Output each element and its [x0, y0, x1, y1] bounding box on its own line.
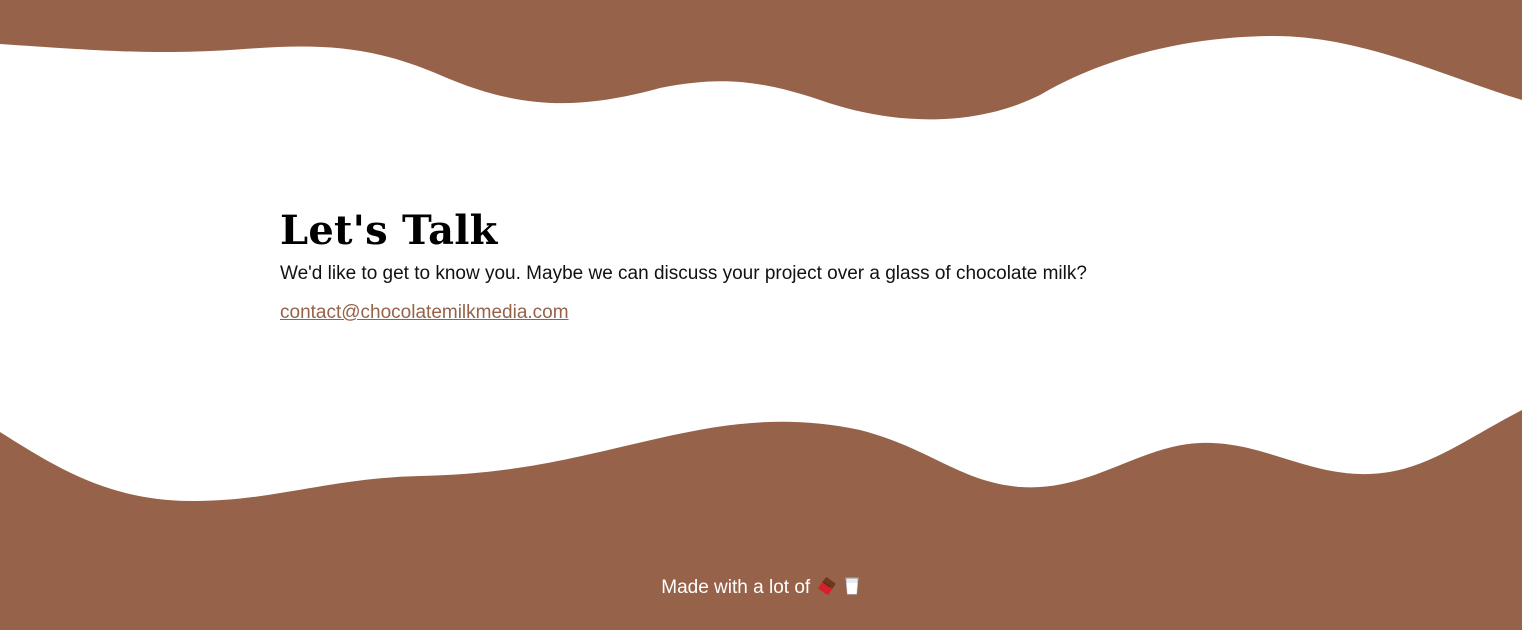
email-link[interactable]: contact@chocolatemilkmedia.com [280, 300, 569, 326]
contact-page: Let's Talk We'd like to get to know you.… [0, 0, 1522, 630]
contact-section: Let's Talk We'd like to get to know you.… [280, 205, 1280, 326]
contact-description: We'd like to get to know you. Maybe we c… [280, 263, 1087, 284]
page-title: Let's Talk [280, 207, 498, 254]
chocolate-bar-icon [818, 577, 836, 595]
footer-text: Made with a lot of [0, 574, 1522, 602]
milk-glass-icon [845, 577, 859, 595]
footer-icons [817, 574, 860, 602]
footer-label: Made with a lot of [661, 577, 811, 598]
top-wave [0, 0, 1522, 120]
